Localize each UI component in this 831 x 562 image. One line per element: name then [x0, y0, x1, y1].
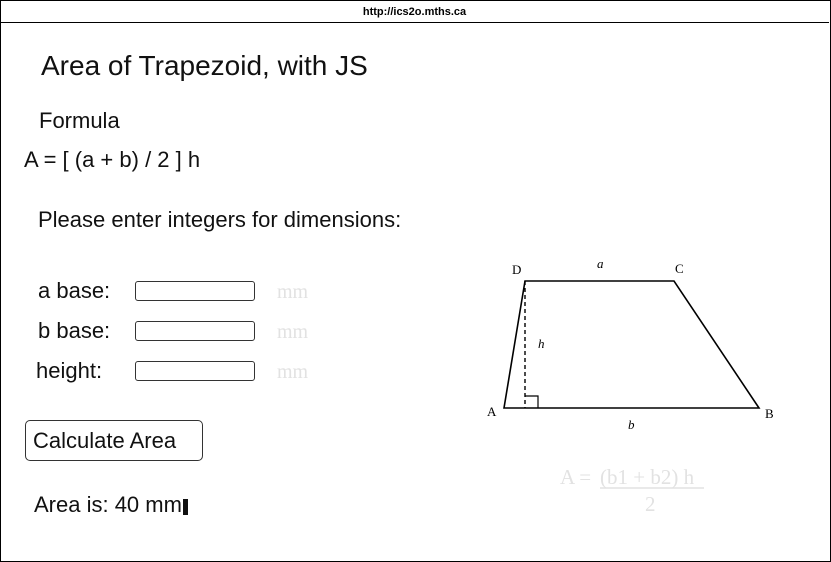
a-base-unit: mm [277, 281, 309, 303]
height-input[interactable] [135, 361, 255, 381]
right-angle-marker [525, 395, 539, 408]
b-base-unit: mm [277, 321, 309, 343]
page-title: Area of Trapezoid, with JS [41, 50, 368, 81]
vertex-c-label: C [675, 261, 684, 276]
vertex-b-label: B [765, 406, 774, 421]
instructions-text: Please enter integers for dimensions: [38, 207, 402, 232]
vertex-d-label: D [512, 262, 521, 277]
vertex-a-label: A [487, 404, 497, 419]
a-base-label: a base: [38, 278, 111, 303]
side-b-label: b [628, 417, 635, 432]
b-base-label: b base: [38, 318, 111, 343]
a-base-input[interactable] [135, 281, 255, 301]
formula-text: A = [ (a + b) / 2 ] h [24, 147, 201, 172]
watermark-formula-lhs: A = [560, 465, 591, 489]
watermark-formula-numerator: (b1 + b2) h [600, 465, 695, 489]
url-bar[interactable]: http://ics2o.mths.ca [0, 0, 829, 23]
trapezoid-diagram: D C A B a b h A = (b1 + b2) h 2 [487, 256, 774, 516]
height-h-label: h [538, 336, 545, 351]
height-label: height: [36, 358, 103, 383]
watermark-formula-denominator: 2 [645, 492, 656, 516]
calculate-area-button[interactable]: Calculate Area [25, 420, 203, 461]
side-a-label: a [597, 256, 604, 271]
b-base-input[interactable] [135, 321, 255, 341]
formula-heading: Formula [39, 108, 120, 133]
result-text: Area is: 40 mm [34, 492, 182, 517]
result-output: Area is: 40 mm [34, 491, 188, 519]
text-cursor [182, 499, 188, 515]
height-unit: mm [277, 361, 309, 383]
